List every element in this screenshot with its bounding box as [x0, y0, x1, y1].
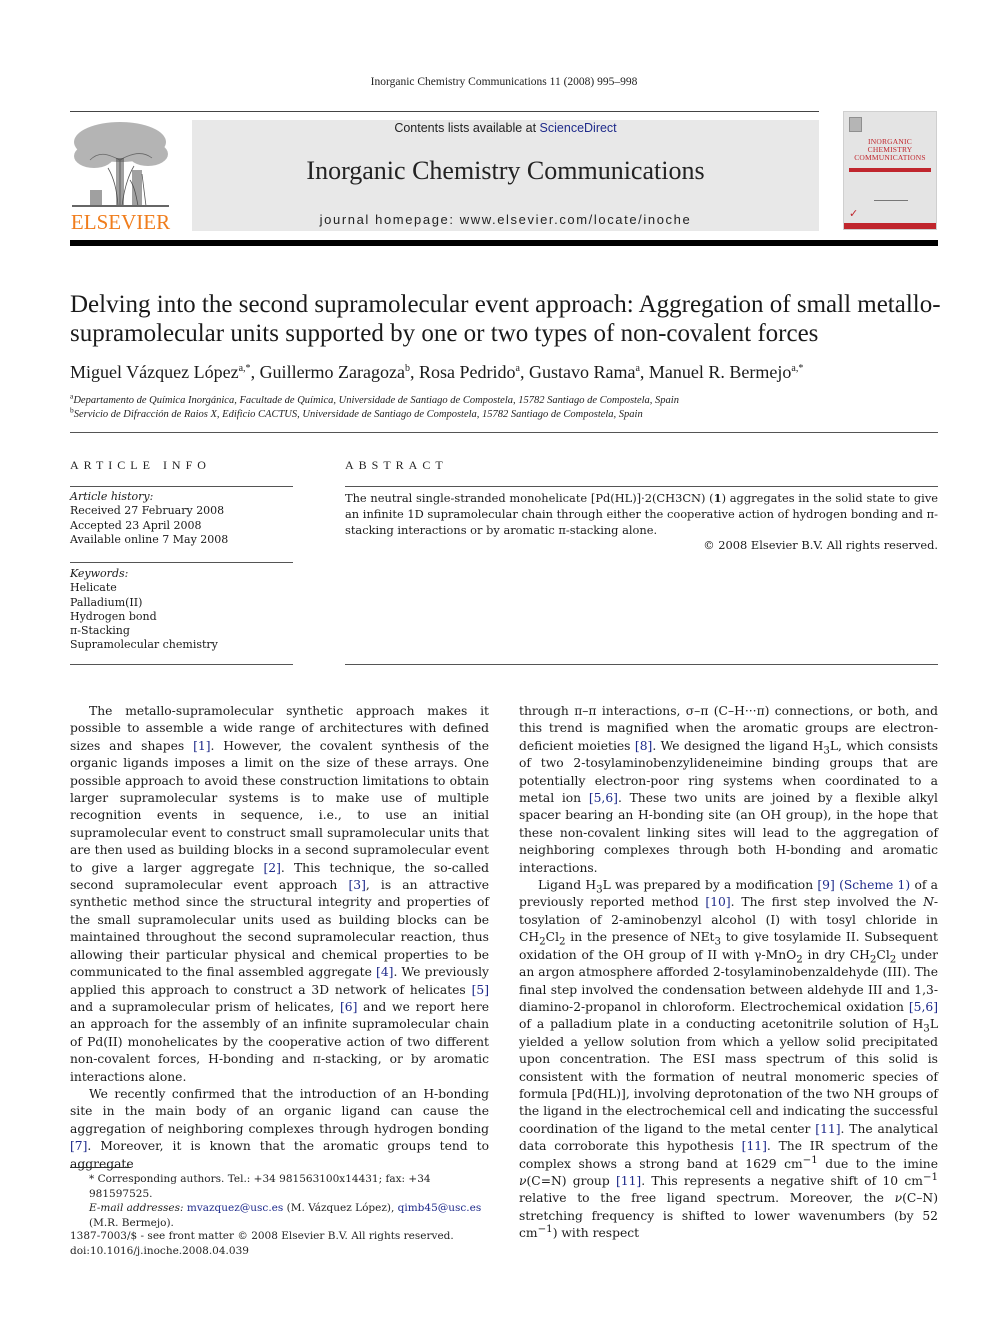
citation-link[interactable]: [6]	[340, 1000, 357, 1014]
keyword: Palladium(II)	[70, 595, 143, 609]
doi-link[interactable]: doi:10.1016/j.inoche.2008.04.039	[70, 1244, 489, 1259]
divider	[345, 486, 938, 487]
issn-line: 1387-7003/$ - see front matter © 2008 El…	[70, 1230, 454, 1242]
elsevier-logo[interactable]: ELSEVIER	[70, 120, 171, 234]
corresponding-author-footnote: * Corresponding authors. Tel.: +34 98156…	[70, 1172, 489, 1230]
journal-banner: Contents lists available at ScienceDirec…	[192, 120, 819, 231]
front-matter: 1387-7003/$ - see front matter © 2008 El…	[70, 1229, 489, 1258]
divider	[70, 486, 293, 487]
paragraph: The metallo-supramolecular synthetic app…	[70, 704, 489, 1084]
keyword: Helicate	[70, 581, 117, 595]
keywords: Keywords: Helicate Palladium(II) Hydroge…	[70, 567, 293, 653]
body-column-left: The metallo-supramolecular synthetic app…	[70, 703, 489, 1173]
section-rule	[70, 432, 938, 433]
body-column-right: through π–π interactions, σ–π (C–H···π) …	[519, 703, 938, 1243]
contents-prefix: Contents lists available at	[394, 121, 540, 135]
journal-cover-thumbnail[interactable]: INORGANIC CHEMISTRY COMMUNICATIONS ✓	[843, 111, 937, 230]
abstract-heading: ABSTRACT	[345, 458, 448, 472]
header-thick-rule	[70, 240, 938, 246]
author-name[interactable]: Rosa Pedrido	[419, 362, 516, 382]
compound-number: 1	[713, 491, 722, 505]
cover-sciencedirect-mark	[874, 192, 908, 201]
affiliations: aDepartamento de Química Inorgánica, Fac…	[70, 391, 950, 422]
citation-link[interactable]: [2]	[263, 861, 280, 875]
article-info-heading: ARTICLE INFO	[70, 458, 211, 472]
cover-title: INORGANIC CHEMISTRY COMMUNICATIONS	[854, 137, 926, 162]
footnote-emails: E-mail addresses: mvazquez@usc.es (M. Vá…	[89, 1202, 482, 1229]
contents-line: Contents lists available at ScienceDirec…	[192, 121, 819, 135]
header-rule	[70, 111, 819, 112]
history-label: Article history:	[70, 490, 154, 503]
scheme-link[interactable]: (Scheme 1)	[839, 878, 910, 892]
paragraph: We recently confirmed that the introduct…	[70, 1086, 489, 1171]
author-list: Miguel Vázquez Lópeza,*, Guillermo Zarag…	[70, 362, 804, 382]
cover-band	[849, 168, 931, 172]
email-link[interactable]: qimb45@usc.es	[398, 1202, 482, 1214]
cover-footer-band	[844, 223, 936, 229]
keywords-label: Keywords:	[70, 567, 129, 580]
citation-link[interactable]: [7]	[70, 1139, 87, 1153]
running-head: Inorganic Chemistry Communications 11 (2…	[370, 76, 638, 88]
citation-link[interactable]: [5]	[472, 983, 489, 997]
paragraph: through π–π interactions, σ–π (C–H···π) …	[519, 704, 939, 875]
citation-link[interactable]: [5,6]	[589, 791, 618, 805]
citation-link[interactable]: [9]	[817, 878, 834, 892]
cover-emblem-icon	[849, 117, 862, 132]
elsevier-wordmark: ELSEVIER	[70, 210, 171, 234]
divider	[345, 664, 938, 665]
citation-link[interactable]: [11]	[616, 1174, 641, 1188]
footnote-contact: * Corresponding authors. Tel.: +34 98156…	[89, 1173, 431, 1200]
keyword: π-Stacking	[70, 624, 130, 638]
cover-check-icon: ✓	[849, 207, 859, 220]
author-name[interactable]: Manuel R. Bermejo	[649, 362, 791, 382]
abstract-copyright: © 2008 Elsevier B.V. All rights reserved…	[703, 538, 938, 552]
email-link[interactable]: mvazquez@usc.es	[187, 1202, 283, 1214]
author-name[interactable]: Guillermo Zaragoza	[260, 362, 405, 382]
journal-homepage-link[interactable]: journal homepage: www.elsevier.com/locat…	[192, 212, 819, 227]
abstract-text: The neutral single-stranded monohelicate…	[345, 491, 939, 537]
citation-link[interactable]: [3]	[348, 878, 365, 892]
affiliation-a: aDepartamento de Química Inorgánica, Fac…	[70, 391, 679, 406]
journal-title: Inorganic Chemistry Communications	[306, 156, 705, 185]
sciencedirect-link[interactable]: ScienceDirect	[540, 121, 617, 135]
citation-link[interactable]: [11]	[742, 1139, 767, 1153]
article-title: Delving into the second supramolecular e…	[70, 291, 941, 347]
article-history: Article history: Received 27 February 20…	[70, 490, 293, 547]
history-online: Available online 7 May 2008	[70, 532, 229, 546]
author-name[interactable]: Gustavo Rama	[529, 362, 635, 382]
history-accepted: Accepted 23 April 2008	[70, 518, 202, 532]
author-affiliation-mark: a,*	[238, 363, 251, 374]
keyword: Supramolecular chemistry	[70, 638, 218, 652]
author-name[interactable]: Miguel Vázquez López	[70, 362, 239, 382]
affiliation-b: bServicio de Difracción de Raios X, Edif…	[70, 405, 643, 420]
citation-link[interactable]: [5,6]	[909, 1000, 938, 1014]
divider	[70, 562, 293, 563]
paragraph: Ligand H3L was prepared by a modificatio…	[519, 878, 938, 1241]
elsevier-tree-icon	[72, 122, 169, 207]
citation-link[interactable]: [1]	[193, 739, 210, 753]
keyword: Hydrogen bond	[70, 609, 157, 623]
history-received: Received 27 February 2008	[70, 504, 225, 518]
citation-link[interactable]: [4]	[376, 965, 393, 979]
citation-link[interactable]: [8]	[635, 739, 652, 753]
author-affiliation-mark: a,*	[791, 363, 804, 374]
footnote-rule	[70, 1167, 131, 1168]
divider	[70, 664, 293, 665]
citation-link[interactable]: [10]	[705, 895, 730, 909]
citation-link[interactable]: [11]	[815, 1122, 840, 1136]
